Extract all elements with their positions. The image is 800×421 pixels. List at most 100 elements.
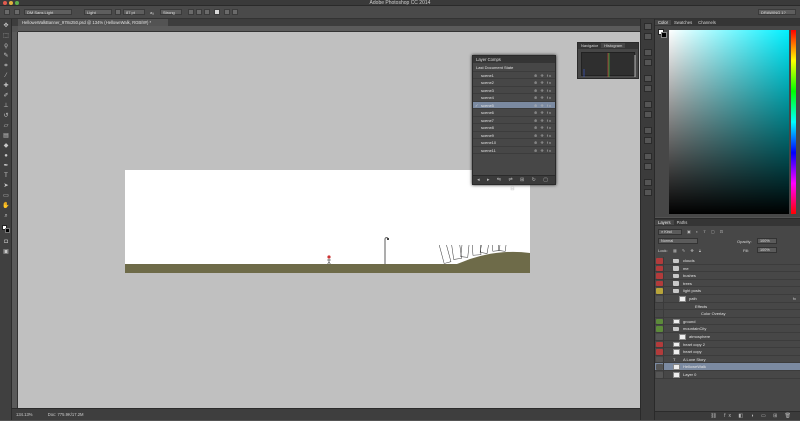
layer-action-icons[interactable]: ⛓ fx ◧ ◑ ▭ ⊞ 🗑︎ bbox=[710, 413, 794, 419]
layer-filter-select[interactable]: ⌕ Kind bbox=[658, 229, 682, 235]
eraser-tool-icon[interactable]: ▱ bbox=[2, 123, 10, 130]
blur-tool-icon[interactable]: ◆ bbox=[2, 143, 10, 150]
comp-options-icon[interactable]: ⊕ ⁜ fx bbox=[534, 87, 552, 95]
visibility-toggle[interactable] bbox=[655, 355, 664, 364]
layer-row[interactable]: me bbox=[655, 264, 800, 273]
tab-layers[interactable]: Layers bbox=[655, 220, 674, 225]
tab-paths[interactable]: Paths bbox=[674, 220, 691, 225]
gradient-tool-icon[interactable]: ▤ bbox=[2, 133, 10, 140]
comp-options-icon[interactable]: ⊕ ⁜ fx bbox=[534, 117, 552, 125]
folder-icon[interactable] bbox=[673, 266, 679, 271]
font-size-input[interactable]: 87 pt bbox=[123, 9, 145, 15]
visibility-toggle[interactable] bbox=[655, 317, 664, 326]
lock-icons[interactable]: ▦ ✎ ✥ 🔒︎ bbox=[673, 248, 703, 253]
layer-row[interactable]: heart copy bbox=[655, 348, 800, 356]
layer-row[interactable]: ground bbox=[655, 317, 800, 326]
quick-select-tool-icon[interactable]: ✎ bbox=[2, 53, 10, 60]
character-panel-icon[interactable] bbox=[232, 9, 238, 15]
align-center-icon[interactable] bbox=[196, 9, 202, 15]
layer-comp-row[interactable]: scene7 ⊕ ⁜ fx bbox=[473, 117, 555, 125]
properties-panel-icon[interactable] bbox=[644, 49, 652, 56]
layer-comps-panel-icon[interactable] bbox=[644, 127, 652, 134]
paragraph-panel-icon[interactable] bbox=[644, 111, 652, 118]
layer-row[interactable]: trees bbox=[655, 279, 800, 288]
comp-options-icon[interactable]: ⊕ ⁜ fx bbox=[534, 139, 552, 147]
folder-icon[interactable] bbox=[673, 281, 679, 286]
visibility-toggle[interactable] bbox=[655, 332, 664, 341]
notes-panel-icon[interactable] bbox=[644, 189, 652, 196]
visibility-toggle[interactable] bbox=[655, 257, 664, 265]
layer-filter-icons[interactable]: ▣ ◐ T ▢ ⊡ bbox=[687, 229, 725, 234]
pen-tool-icon[interactable]: ✒ bbox=[2, 163, 10, 170]
visibility-toggle[interactable] bbox=[655, 264, 664, 273]
panel-background-swatch[interactable] bbox=[661, 32, 667, 38]
character-panel-icon[interactable] bbox=[644, 101, 652, 108]
shape-tool-icon[interactable]: ▭ bbox=[2, 193, 10, 200]
tab-navigator[interactable]: Navigator bbox=[578, 43, 601, 48]
layer-row[interactable]: Color Overlay bbox=[655, 310, 800, 318]
type-tool-icon[interactable]: T bbox=[2, 173, 10, 180]
visibility-toggle[interactable] bbox=[655, 363, 664, 371]
layer-comps-title[interactable]: Layer Comps bbox=[473, 56, 555, 63]
layer-row[interactable]: Effects bbox=[655, 302, 800, 311]
align-right-icon[interactable] bbox=[204, 9, 210, 15]
layer-row[interactable]: path fx bbox=[655, 294, 800, 303]
comp-options-icon[interactable]: ⊕ ⁜ fx bbox=[534, 72, 552, 80]
layer-comp-row[interactable]: scene6 ⊕ ⁜ fx bbox=[473, 109, 555, 117]
layer-comp-row[interactable]: scene2 ⊕ ⁜ fx bbox=[473, 79, 555, 87]
visibility-toggle[interactable] bbox=[655, 279, 664, 288]
comp-options-icon[interactable]: ⊕ ⁜ fx bbox=[534, 102, 552, 110]
path-select-tool-icon[interactable]: ➤ bbox=[2, 183, 10, 190]
text-orientation-icon[interactable] bbox=[14, 9, 20, 15]
layer-row[interactable]: clouds bbox=[655, 257, 800, 265]
history-panel-icon[interactable] bbox=[644, 23, 652, 30]
layer-row[interactable]: Layer 0 bbox=[655, 370, 800, 379]
folder-icon[interactable] bbox=[673, 288, 679, 294]
hand-tool-icon[interactable]: ✋ bbox=[2, 203, 10, 210]
visibility-toggle[interactable] bbox=[655, 325, 664, 333]
font-family-select[interactable]: DM Sans Light bbox=[24, 9, 72, 15]
move-tool-icon[interactable]: ✥ bbox=[2, 23, 10, 30]
layer-comp-row[interactable]: scene4 ⊕ ⁜ fx bbox=[473, 94, 555, 102]
hue-slider[interactable] bbox=[791, 30, 796, 214]
marquee-tool-icon[interactable]: ⬚ bbox=[2, 33, 10, 40]
folder-icon[interactable] bbox=[673, 273, 679, 279]
info-panel-icon[interactable] bbox=[644, 137, 652, 144]
tab-swatches[interactable]: Swatches bbox=[671, 20, 695, 25]
layer-row[interactable]: light posts bbox=[655, 287, 800, 295]
brush-panel-icon[interactable] bbox=[644, 75, 652, 82]
layer-comp-row[interactable]: scene8 ⊕ ⁜ fx bbox=[473, 124, 555, 132]
quick-mask-icon[interactable]: ◘ bbox=[2, 239, 10, 246]
visibility-toggle[interactable] bbox=[655, 272, 664, 280]
tab-color[interactable]: Color bbox=[655, 20, 672, 25]
brush-presets-panel-icon[interactable] bbox=[644, 85, 652, 92]
text-tool-preset-icon[interactable] bbox=[4, 9, 10, 15]
adjustments-panel-icon[interactable] bbox=[644, 59, 652, 66]
zoom-tool-icon[interactable]: ⌕ bbox=[2, 213, 10, 220]
actions-panel-icon[interactable] bbox=[644, 33, 652, 40]
folder-icon[interactable] bbox=[673, 258, 679, 263]
workspace-select[interactable]: DRAWING 1? bbox=[758, 9, 796, 15]
text-color-swatch[interactable] bbox=[214, 9, 220, 15]
layer-row[interactable]: T A Love Story bbox=[655, 355, 800, 364]
layer-comp-row-selected[interactable]: ✓ scene5 ⊕ ⁜ fx bbox=[473, 101, 555, 110]
comp-options-icon[interactable]: ⊕ ⁜ fx bbox=[534, 147, 552, 155]
libraries-panel-icon[interactable] bbox=[644, 163, 652, 170]
comp-options-icon[interactable]: ⊕ ⁜ fx bbox=[534, 79, 552, 87]
layer-row[interactable]: heart copy 2 bbox=[655, 340, 800, 349]
font-style-select[interactable]: Light bbox=[84, 9, 112, 15]
background-color-swatch[interactable] bbox=[5, 228, 10, 233]
screen-mode-icon[interactable]: ▣ bbox=[2, 249, 10, 256]
timeline-panel-icon[interactable] bbox=[644, 179, 652, 186]
visibility-toggle[interactable] bbox=[655, 370, 664, 379]
visibility-toggle[interactable] bbox=[655, 287, 664, 295]
zoom-level[interactable]: 134.13% bbox=[12, 412, 33, 417]
eyedropper-tool-icon[interactable]: ⁄ bbox=[2, 73, 10, 80]
tab-channels[interactable]: Channels bbox=[695, 20, 719, 25]
layer-row[interactable]: atmosphere bbox=[655, 332, 800, 341]
layer-comp-row[interactable]: scene10 ⊕ ⁜ fx bbox=[473, 139, 555, 147]
comp-options-icon[interactable]: ⊕ ⁜ fx bbox=[534, 124, 552, 132]
tab-histogram[interactable]: Histogram bbox=[601, 43, 626, 48]
visibility-toggle[interactable] bbox=[655, 340, 664, 349]
layer-row[interactable]: bushes bbox=[655, 272, 800, 280]
